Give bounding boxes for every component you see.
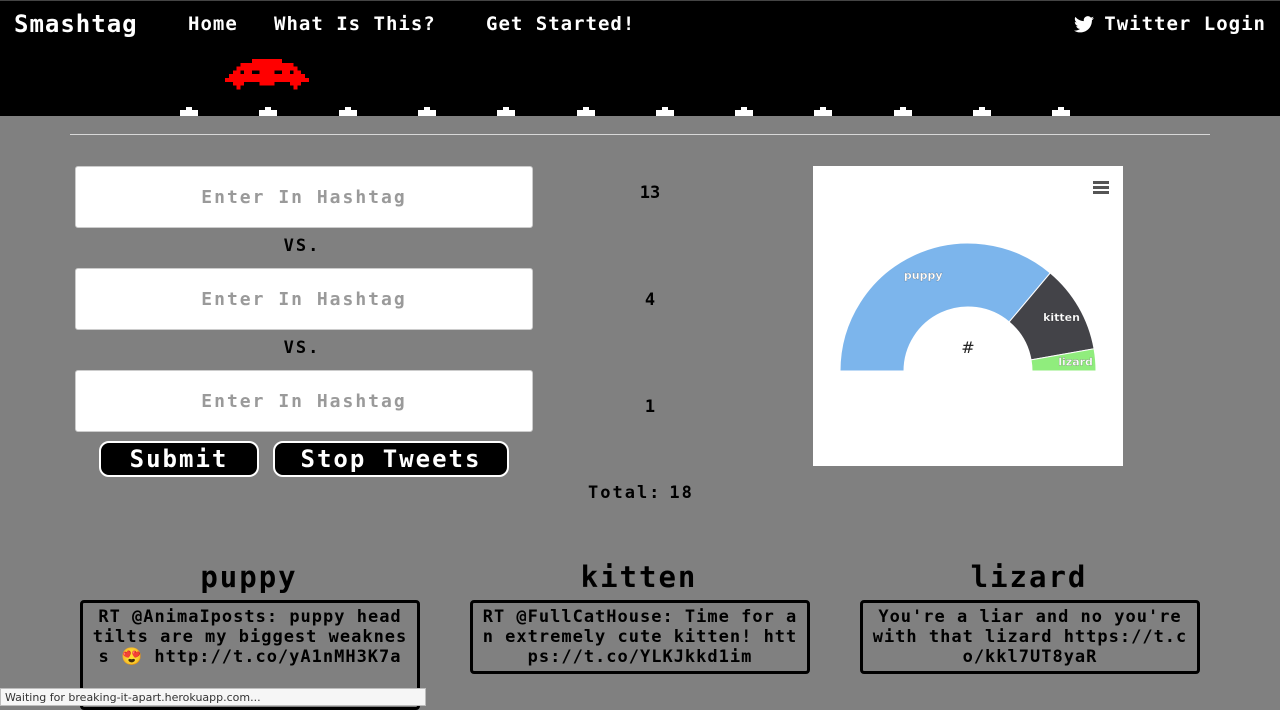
barrier-icon — [973, 107, 991, 116]
hashtag-chart: puppy kitten lizard # — [813, 166, 1123, 466]
barrier-icon — [576, 107, 595, 116]
column-title-2: kitten — [580, 560, 698, 594]
tweet-box-3: You're a liar and no you're with that li… — [860, 600, 1200, 674]
barrier-icon — [1052, 107, 1071, 116]
submit-button[interactable]: Submit — [99, 441, 259, 477]
total-count: Total: 18 — [588, 483, 694, 503]
nav-link-get-started[interactable]: Get Started! — [486, 13, 635, 35]
barrier-icon — [497, 107, 516, 116]
slice-label-lizard: lizard — [1058, 356, 1093, 369]
brand-logo[interactable]: Smashtag — [14, 10, 138, 38]
top-navbar: Smashtag Home What Is This? Get Started!… — [0, 0, 1280, 116]
vs-label: VS. — [283, 236, 321, 256]
space-invader-icon — [225, 59, 309, 90]
twitter-login-link[interactable]: Twitter Login — [1074, 13, 1266, 35]
barrier-icon — [417, 107, 436, 116]
barrier-icon — [655, 107, 674, 116]
barrier-icon — [814, 107, 833, 116]
hashtag-input-2[interactable] — [75, 268, 533, 330]
total-label: Total: — [588, 483, 662, 503]
hashtag-input-1[interactable] — [75, 166, 533, 228]
barrier-row — [0, 107, 1280, 116]
twitter-bird-icon — [1074, 15, 1095, 32]
barrier-icon — [259, 107, 278, 116]
twitter-login-label: Twitter Login — [1104, 13, 1266, 35]
hamburger-menu-icon[interactable] — [1093, 181, 1109, 194]
hashtag-count-3: 1 — [644, 397, 656, 417]
browser-status-bar: Waiting for breaking-it-apart.herokuapp.… — [0, 688, 426, 706]
total-value: 18 — [669, 483, 694, 503]
hashtag-count-2: 4 — [644, 290, 656, 310]
pie-slice-puppy[interactable] — [839, 242, 1051, 372]
tweet-box-2: RT @FullCatHouse: Time for an extremely … — [470, 600, 810, 674]
nav-link-what-is-this[interactable]: What Is This? — [274, 13, 436, 35]
barrier-icon — [180, 107, 198, 116]
slice-label-kitten: kitten — [1043, 311, 1080, 324]
divider-line — [70, 134, 1210, 135]
slice-label-puppy: puppy — [904, 269, 943, 282]
hashtag-count-1: 13 — [639, 183, 661, 203]
chart-svg: puppy kitten lizard # — [839, 242, 1097, 372]
column-title-1: puppy — [200, 560, 298, 594]
barrier-icon — [338, 107, 357, 116]
nav-link-home[interactable]: Home — [188, 13, 238, 35]
stop-tweets-button[interactable]: Stop Tweets — [273, 441, 509, 477]
barrier-icon — [893, 107, 912, 116]
vs-label: VS. — [283, 338, 321, 358]
hashtag-input-3[interactable] — [75, 370, 533, 432]
barrier-icon — [735, 107, 754, 116]
chart-center-label: # — [961, 338, 974, 357]
column-title-3: lizard — [970, 560, 1088, 594]
